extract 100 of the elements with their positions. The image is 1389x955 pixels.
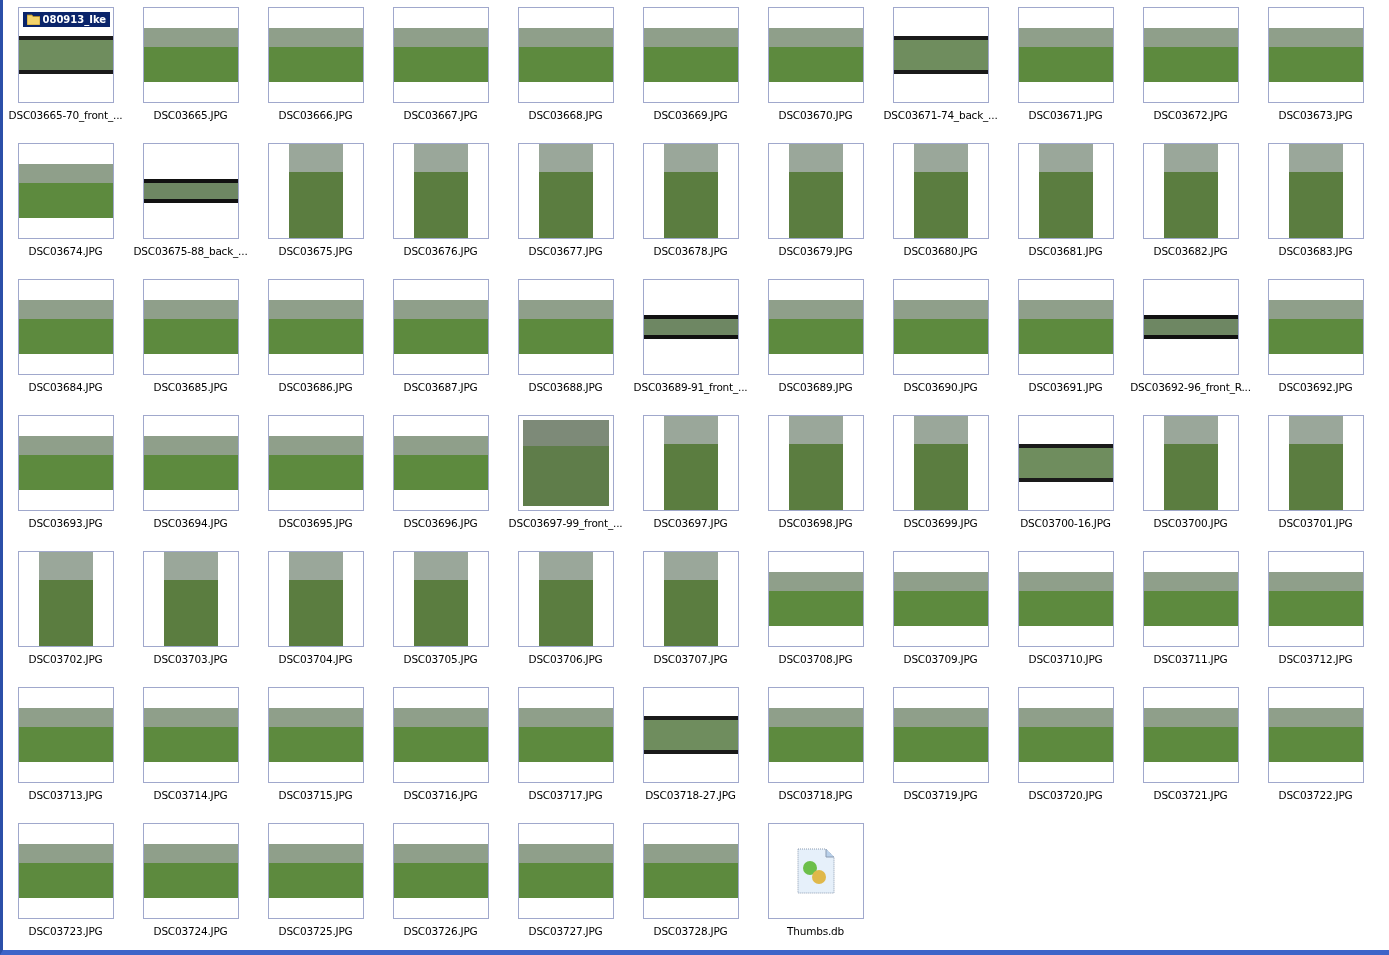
photo-thumbnail[interactable] <box>517 687 614 783</box>
photo-thumbnail[interactable] <box>892 143 989 239</box>
file-name: DSC03683.JPG <box>1278 245 1353 257</box>
photo-thumbnail[interactable] <box>392 415 489 511</box>
photo-thumbnail[interactable] <box>1017 143 1114 239</box>
file-name: DSC03701.JPG <box>1278 517 1353 529</box>
photo-thumbnail[interactable] <box>1017 279 1114 375</box>
photo-thumbnail[interactable] <box>767 415 864 511</box>
file-thumbnail[interactable] <box>767 823 864 919</box>
file-name: DSC03679.JPG <box>778 245 853 257</box>
photo-thumbnail[interactable] <box>392 551 489 647</box>
photo-thumbnail[interactable] <box>642 551 739 647</box>
photo-thumbnail[interactable] <box>1142 279 1239 375</box>
photo-thumbnail[interactable] <box>1267 551 1364 647</box>
file-name: DSC03717.JPG <box>528 789 603 801</box>
photo-thumbnail[interactable] <box>142 823 239 919</box>
file-name: DSC03666.JPG <box>278 109 353 121</box>
photo-thumbnail[interactable] <box>1142 551 1239 647</box>
photo-thumbnail[interactable] <box>1267 687 1364 783</box>
photo-thumbnail[interactable] <box>1267 7 1364 103</box>
file-name: DSC03667.JPG <box>403 109 478 121</box>
photo-thumbnail[interactable] <box>1267 415 1364 511</box>
photo-thumbnail[interactable] <box>142 551 239 647</box>
file-name: DSC03707.JPG <box>653 653 728 665</box>
photo-thumbnail[interactable] <box>392 7 489 103</box>
file-name: DSC03723.JPG <box>28 925 103 937</box>
photo-thumbnail[interactable] <box>17 143 114 239</box>
photo-thumbnail[interactable] <box>892 7 989 103</box>
photo-thumbnail[interactable] <box>642 823 739 919</box>
photo-thumbnail[interactable] <box>142 687 239 783</box>
file-name: DSC03697.JPG <box>653 517 728 529</box>
file-name: DSC03684.JPG <box>28 381 103 393</box>
photo-thumbnail[interactable] <box>767 687 864 783</box>
photo-thumbnail[interactable] <box>1142 687 1239 783</box>
photo-thumbnail[interactable] <box>892 279 989 375</box>
photo-thumbnail[interactable] <box>392 279 489 375</box>
photo-thumbnail[interactable] <box>392 687 489 783</box>
photo-thumbnail[interactable] <box>267 143 364 239</box>
photo-thumbnail[interactable] <box>1017 551 1114 647</box>
photo-thumbnail[interactable] <box>767 143 864 239</box>
photo-thumbnail[interactable] <box>1267 279 1364 375</box>
photo-thumbnail[interactable] <box>642 7 739 103</box>
photo-thumbnail[interactable] <box>1017 415 1114 511</box>
photo-thumbnail[interactable] <box>392 823 489 919</box>
file-name: DSC03674.JPG <box>28 245 103 257</box>
photo-thumbnail[interactable] <box>17 687 114 783</box>
photo-thumbnail[interactable] <box>17 415 114 511</box>
photo-thumbnail[interactable] <box>892 551 989 647</box>
photo-thumbnail[interactable] <box>17 279 114 375</box>
photo-thumbnail[interactable] <box>267 687 364 783</box>
photo-thumbnail[interactable] <box>517 551 614 647</box>
photo-thumbnail[interactable] <box>267 279 364 375</box>
photo-thumbnail[interactable] <box>267 7 364 103</box>
file-name: DSC03696.JPG <box>403 517 478 529</box>
photo-thumbnail[interactable] <box>1142 143 1239 239</box>
photo-thumbnail[interactable] <box>517 279 614 375</box>
photo-thumbnail[interactable] <box>642 279 739 375</box>
photo-thumbnail[interactable] <box>1142 7 1239 103</box>
file-name: DSC03706.JPG <box>528 653 603 665</box>
photo-thumbnail[interactable] <box>517 823 614 919</box>
photo-thumbnail[interactable] <box>892 415 989 511</box>
file-name: DSC03705.JPG <box>403 653 478 665</box>
file-name: DSC03698.JPG <box>778 517 853 529</box>
photo-thumbnail[interactable] <box>17 823 114 919</box>
photo-thumbnail[interactable]: 080913_Ike <box>17 7 114 103</box>
photo-thumbnail[interactable] <box>517 143 614 239</box>
file-name: DSC03699.JPG <box>903 517 978 529</box>
photo-thumbnail[interactable] <box>267 551 364 647</box>
photo-thumbnail[interactable] <box>1017 687 1114 783</box>
file-name: DSC03710.JPG <box>1028 653 1103 665</box>
photo-thumbnail[interactable] <box>517 7 614 103</box>
photo-thumbnail[interactable] <box>767 279 864 375</box>
photo-thumbnail[interactable] <box>142 143 239 239</box>
file-name: DSC03719.JPG <box>903 789 978 801</box>
photo-thumbnail[interactable] <box>17 551 114 647</box>
photo-thumbnail[interactable] <box>892 687 989 783</box>
photo-thumbnail[interactable] <box>642 415 739 511</box>
photo-thumbnail[interactable] <box>142 415 239 511</box>
file-name: DSC03676.JPG <box>403 245 478 257</box>
photo-thumbnail[interactable] <box>767 7 864 103</box>
photo-thumbnail[interactable] <box>267 823 364 919</box>
photo-thumbnail[interactable] <box>1017 7 1114 103</box>
photo-thumbnail[interactable] <box>1142 415 1239 511</box>
photo-thumbnail[interactable] <box>1267 143 1364 239</box>
photo-thumbnail[interactable] <box>392 143 489 239</box>
file-name: DSC03718.JPG <box>778 789 853 801</box>
photo-thumbnail[interactable] <box>642 143 739 239</box>
file-name: DSC03697-99_front_... <box>508 517 623 529</box>
file-name: DSC03686.JPG <box>278 381 353 393</box>
photo-thumbnail[interactable] <box>142 279 239 375</box>
file-name: DSC03709.JPG <box>903 653 978 665</box>
photo-thumbnail[interactable] <box>267 415 364 511</box>
photo-thumbnail[interactable] <box>642 687 739 783</box>
file-name: DSC03718-27.JPG <box>645 789 736 801</box>
file-name: DSC03668.JPG <box>528 109 603 121</box>
file-name: DSC03703.JPG <box>153 653 228 665</box>
photo-thumbnail[interactable] <box>142 7 239 103</box>
file-name: DSC03671-74_back_... <box>883 109 998 121</box>
photo-thumbnail[interactable] <box>767 551 864 647</box>
file-name: DSC03669.JPG <box>653 109 728 121</box>
